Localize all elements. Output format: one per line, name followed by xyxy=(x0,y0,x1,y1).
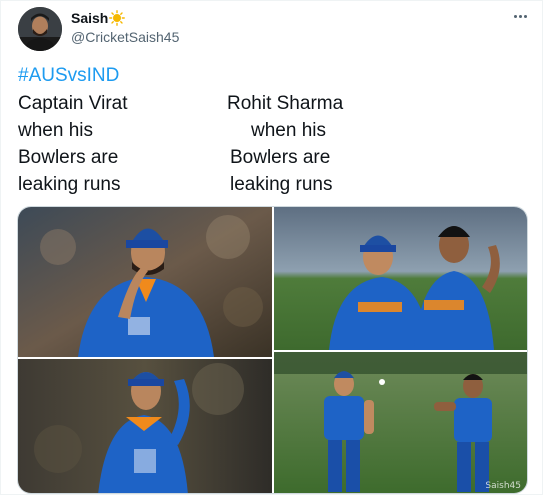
media-grid[interactable]: Saish45 xyxy=(17,206,528,494)
rohit-fielding-photo[interactable]: Saish45 xyxy=(274,352,527,493)
tweet-card[interactable]: Saish @CricketSaish45 #AUSvsIND Captain … xyxy=(0,0,543,495)
author-name[interactable]: Saish xyxy=(71,10,108,26)
author-handle[interactable]: @CricketSaish45 xyxy=(71,29,179,45)
tweet-text: #AUSvsIND xyxy=(18,62,119,89)
rohit-celebrating-photo[interactable] xyxy=(274,207,527,350)
virat-head-down-photo[interactable] xyxy=(18,359,272,493)
avatar-photo xyxy=(18,7,62,51)
author-avatar[interactable] xyxy=(18,7,62,51)
sun-emoji-icon xyxy=(109,10,125,26)
right-line-1: Rohit Sharma xyxy=(227,93,344,114)
virat-thinking-photo[interactable] xyxy=(18,207,272,357)
left-line-4: leaking runs xyxy=(18,174,121,195)
right-line-4: leaking runs xyxy=(230,174,333,195)
left-line-2: when his xyxy=(18,120,93,141)
more-options-icon[interactable] xyxy=(509,9,531,23)
left-line-1: Captain Virat xyxy=(18,93,128,114)
image-watermark: Saish45 xyxy=(485,481,521,491)
right-line-3: Bowlers are xyxy=(230,147,331,168)
left-line-3: Bowlers are xyxy=(18,147,119,168)
right-line-2: when his xyxy=(251,120,326,141)
hashtag-link[interactable]: #AUSvsIND xyxy=(18,65,119,86)
